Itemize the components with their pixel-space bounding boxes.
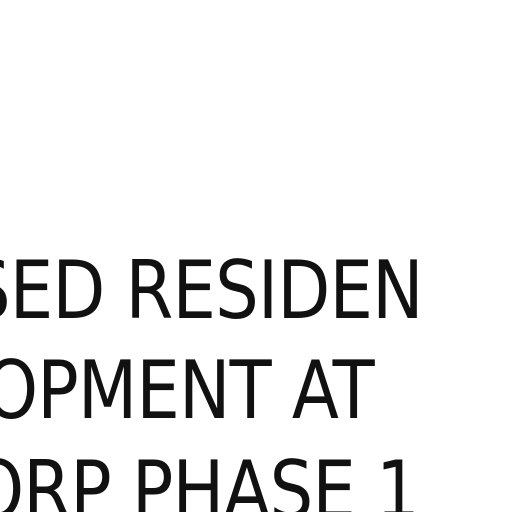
title-line-3: ORP PHASE 1 xyxy=(0,444,420,512)
title-line-1: SED RESIDEN xyxy=(0,244,424,337)
title-line-2: OPMENT AT xyxy=(0,344,375,437)
document-page: SED RESIDEN OPMENT AT ORP PHASE 1 xyxy=(0,0,512,512)
